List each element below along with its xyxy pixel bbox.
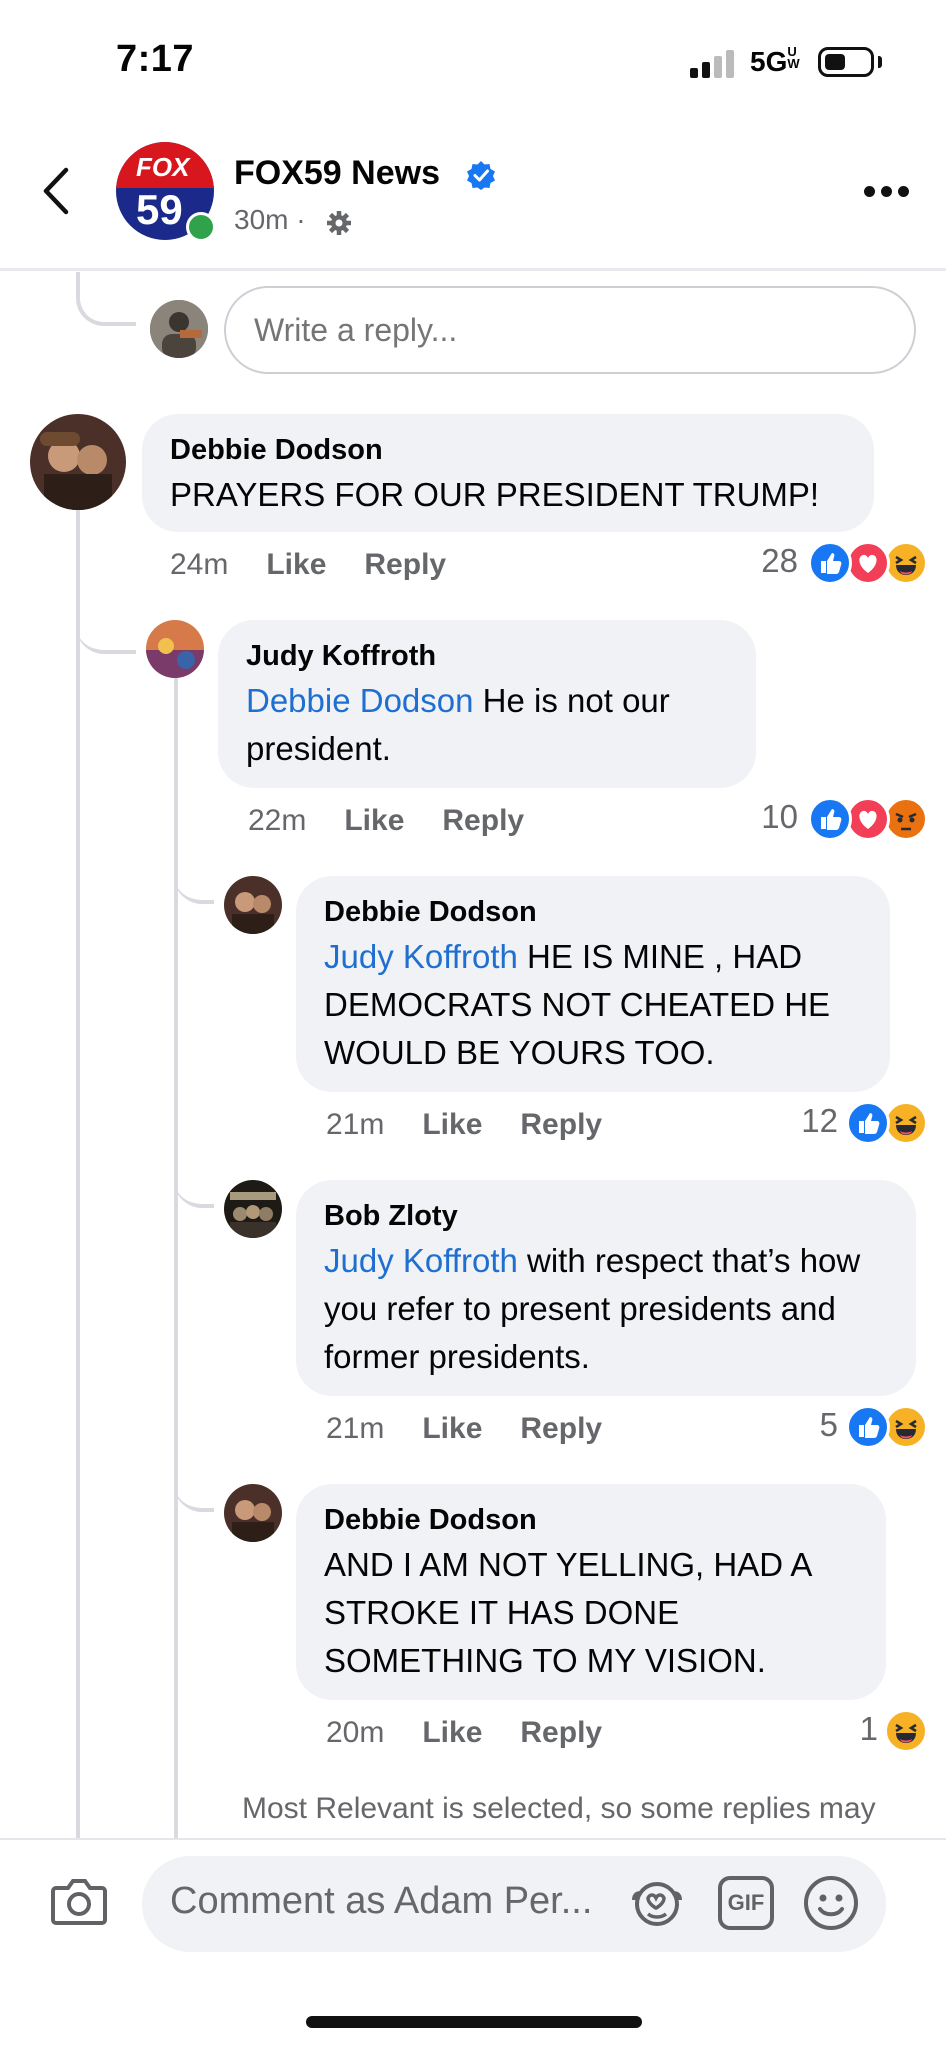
thread-line (76, 510, 80, 1838)
like-button[interactable]: Like (422, 1716, 482, 1749)
mention-link[interactable]: Judy Koffroth (324, 938, 518, 975)
like-reaction-icon (808, 797, 852, 841)
comment-text: PRAYERS FOR OUR PRESIDENT TRUMP! (170, 476, 820, 513)
comment-time: 21m (326, 1412, 385, 1445)
verified-badge-icon (467, 161, 495, 190)
comment-time: 20m (326, 1716, 385, 1749)
angry-reaction-icon (884, 797, 928, 841)
comment-time: 22m (248, 804, 307, 837)
gear-icon (327, 211, 351, 235)
comment-author[interactable]: Debbie Dodson (170, 434, 846, 467)
haha-reaction-icon (884, 1405, 928, 1449)
reply-input[interactable] (224, 286, 916, 374)
signal-icon (690, 48, 740, 78)
reply-button[interactable]: Reply (520, 1108, 602, 1141)
page-name[interactable]: FOX59 News (234, 154, 440, 193)
like-button[interactable]: Like (266, 548, 326, 581)
comment-text: Judy Koffroth with respect that’s how yo… (324, 1242, 861, 1375)
like-reaction-icon (846, 1101, 890, 1145)
comment-actions: 20m Like Reply (326, 1716, 640, 1750)
comment-bubble: Debbie Dodson Judy Koffroth HE IS MINE ,… (296, 876, 890, 1092)
avatar-sticker-icon[interactable] (628, 1876, 686, 1930)
comment-text: AND I AM NOT YELLING, HAD A STROKE IT HA… (324, 1546, 811, 1679)
like-button[interactable]: Like (422, 1412, 482, 1445)
battery-icon (818, 47, 874, 77)
comment-text: Debbie Dodson He is not our president. (246, 682, 670, 767)
comment-time: 24m (170, 548, 229, 581)
gif-icon[interactable]: GIF (718, 1876, 774, 1930)
more-options-icon[interactable] (864, 186, 910, 198)
comment-actions: 24m Like Reply (170, 548, 484, 582)
thread-connector (174, 860, 214, 904)
meta-separator: · (296, 204, 306, 235)
love-reaction-icon (846, 541, 890, 585)
commenter-avatar[interactable] (224, 1484, 282, 1542)
reactions-count[interactable]: 12 (760, 1102, 838, 1140)
post-time: 30m (234, 204, 289, 235)
emoji-icon[interactable] (802, 1874, 860, 1932)
like-reaction-icon (808, 541, 852, 585)
comment-bubble: Judy Koffroth Debbie Dodson He is not ou… (218, 620, 756, 788)
online-indicator (186, 212, 216, 242)
camera-icon[interactable] (50, 1876, 108, 1926)
commenter-avatar[interactable] (30, 414, 126, 510)
user-avatar (150, 300, 208, 358)
commenter-avatar[interactable] (224, 876, 282, 934)
battery-tip (878, 56, 882, 68)
comment-author[interactable]: Bob Zloty (324, 1200, 888, 1233)
mention-link[interactable]: Debbie Dodson (246, 682, 474, 719)
post-meta: 30m · (234, 204, 306, 236)
relevance-notice: Most Relevant is selected, so some repli… (242, 1792, 876, 1825)
comment-bubble: Debbie Dodson AND I AM NOT YELLING, HAD … (296, 1484, 886, 1700)
haha-reaction-icon (884, 1709, 928, 1753)
reactions-count[interactable]: 1 (800, 1710, 878, 1748)
thread-connector (76, 272, 136, 326)
commenter-avatar[interactable] (146, 620, 204, 678)
back-icon[interactable] (40, 166, 72, 216)
reactions-count[interactable]: 28 (720, 542, 798, 580)
reply-button[interactable]: Reply (442, 804, 524, 837)
love-reaction-icon (846, 797, 890, 841)
comment-time: 21m (326, 1108, 385, 1141)
comment-actions: 21m Like Reply (326, 1108, 640, 1142)
home-indicator[interactable] (306, 2016, 642, 2028)
reactions-count[interactable]: 5 (760, 1406, 838, 1444)
header-divider (0, 268, 946, 271)
comment-author[interactable]: Debbie Dodson (324, 896, 862, 929)
comment-bubble: Bob Zloty Judy Koffroth with respect tha… (296, 1180, 916, 1396)
comment-text: Judy Koffroth HE IS MINE , HAD DEMOCRATS… (324, 938, 831, 1071)
thread-connector (174, 1164, 214, 1208)
status-time: 7:17 (116, 38, 195, 80)
mention-link[interactable]: Judy Koffroth (324, 1242, 518, 1279)
comment-actions: 21m Like Reply (326, 1412, 640, 1446)
comment-actions: 22m Like Reply (248, 804, 562, 838)
footer-border (0, 1838, 946, 1840)
thread-connector (76, 560, 136, 654)
like-reaction-icon (846, 1405, 890, 1449)
like-button[interactable]: Like (422, 1108, 482, 1141)
haha-reaction-icon (884, 541, 928, 585)
comment-bubble: Debbie Dodson PRAYERS FOR OUR PRESIDENT … (142, 414, 874, 532)
like-button[interactable]: Like (344, 804, 404, 837)
reply-button[interactable]: Reply (520, 1412, 602, 1445)
comment-author[interactable]: Judy Koffroth (246, 640, 728, 673)
comment-author[interactable]: Debbie Dodson (324, 1504, 858, 1537)
reply-button[interactable]: Reply (364, 548, 446, 581)
commenter-avatar[interactable] (224, 1180, 282, 1238)
network-label: 5GUW (750, 44, 800, 77)
comment-placeholder: Comment as Adam Per... (170, 1880, 593, 1922)
gif-label: GIF (727, 1890, 765, 1915)
haha-reaction-icon (884, 1101, 928, 1145)
thread-connector (174, 1468, 214, 1512)
reply-button[interactable]: Reply (520, 1716, 602, 1749)
reactions-count[interactable]: 10 (720, 798, 798, 836)
thread-line (174, 664, 178, 1838)
